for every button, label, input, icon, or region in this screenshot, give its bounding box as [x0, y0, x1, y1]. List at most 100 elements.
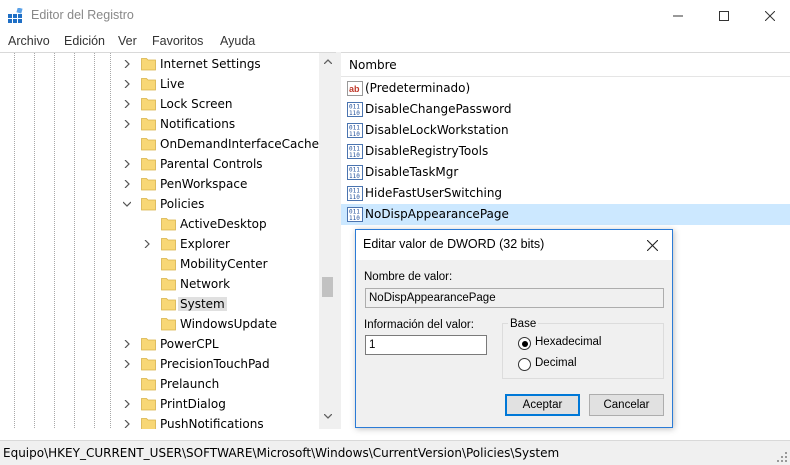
dialog-close-button[interactable] — [640, 234, 664, 256]
radio-label-decimal: Decimal — [535, 357, 577, 369]
value-name: DisableLockWorkstation — [365, 123, 509, 137]
value-name: DisableChangePassword — [365, 102, 512, 116]
radio-button-hexadecimal[interactable] — [518, 337, 531, 350]
chevron-right-icon — [124, 100, 130, 108]
tree-item-label: ActiveDesktop — [180, 217, 267, 231]
menu-ver[interactable]: Ver — [118, 34, 137, 48]
tree-item-label: Prelaunch — [160, 377, 220, 391]
menu-favoritos[interactable]: Favoritos — [152, 34, 203, 48]
folder-icon — [141, 198, 156, 211]
tree-item[interactable]: Notifications — [0, 114, 320, 134]
folder-icon — [141, 338, 156, 351]
tree-expand-toggle[interactable] — [121, 118, 133, 130]
tree-item[interactable]: Internet Settings — [0, 54, 320, 74]
chevron-right-icon — [124, 400, 130, 408]
value-name-field: NoDispAppearancePage — [365, 288, 664, 308]
menu-archivo[interactable]: Archivo — [8, 34, 50, 48]
tree-item-label: System — [178, 297, 227, 311]
tree-item[interactable]: OnDemandInterfaceCache — [0, 134, 320, 154]
key-tree[interactable]: Internet Settings Live Lock Screen Notifica… — [0, 52, 336, 429]
folder-icon — [141, 58, 156, 71]
chevron-down-icon — [323, 414, 332, 419]
tree-vertical-scrollbar[interactable] — [319, 53, 336, 429]
tree-item-label: Parental Controls — [160, 157, 263, 171]
tree-expand-toggle[interactable] — [121, 178, 133, 190]
tree-item[interactable]: PenWorkspace — [0, 174, 320, 194]
tree-expand-toggle[interactable] — [141, 238, 153, 250]
tree-item-label: MobilityCenter — [180, 257, 268, 271]
tree-item-label: Lock Screen — [160, 97, 233, 111]
tree-item[interactable]: Policies — [0, 194, 320, 214]
tree-item[interactable]: PrintDialog — [0, 394, 320, 414]
tree-item[interactable]: PushNotifications — [0, 414, 320, 429]
tree-item[interactable]: Prelaunch — [0, 374, 320, 394]
folder-icon — [141, 158, 156, 171]
value-data-input[interactable]: 1 — [365, 335, 487, 355]
close-button[interactable] — [747, 0, 790, 32]
tree-item[interactable]: Explorer — [0, 234, 320, 254]
dword-value-icon: 011110 — [347, 165, 363, 180]
tree-expand-toggle[interactable] — [121, 418, 133, 429]
value-row[interactable]: 011 110 HideFastUserSwitching — [341, 183, 790, 204]
radio-label-hexadecimal: Hexadecimal — [535, 336, 602, 348]
tree-expand-toggle[interactable] — [121, 98, 133, 110]
tree-item-label: Notifications — [160, 117, 236, 131]
tree-item[interactable]: Lock Screen — [0, 94, 320, 114]
menu-edicion[interactable]: Edición — [64, 34, 105, 48]
column-header-name[interactable]: Nombre — [341, 53, 790, 77]
list-horizontal-scrollbar[interactable] — [341, 429, 790, 437]
value-row[interactable]: 011 110 DisableTaskMgr — [341, 162, 790, 183]
menu-bar: Archivo Edición Ver Favoritos Ayuda — [0, 32, 790, 52]
tree-scroll-thumb[interactable] — [322, 277, 333, 297]
tree-item[interactable]: System — [0, 294, 320, 314]
value-name: NoDispAppearancePage — [365, 207, 509, 221]
value-row[interactable]: 011 110 DisableRegistryTools — [341, 141, 790, 162]
tree-expand-toggle[interactable] — [121, 338, 133, 350]
value-name: DisableTaskMgr — [365, 165, 459, 179]
tree-item-label: PushNotifications — [160, 417, 264, 429]
value-data-label: Información del valor: — [364, 319, 474, 331]
tree-expand-toggle[interactable] — [121, 78, 133, 90]
value-row[interactable]: 011 110 DisableChangePassword — [341, 99, 790, 120]
tree-item[interactable]: PowerCPL — [0, 334, 320, 354]
value-name-label: Nombre de valor: — [364, 271, 453, 283]
tree-item[interactable]: Parental Controls — [0, 154, 320, 174]
tree-expand-toggle[interactable] — [121, 358, 133, 370]
tree-item-label: PenWorkspace — [160, 177, 248, 191]
minimize-button[interactable] — [655, 0, 701, 32]
tree-item-label: Internet Settings — [160, 57, 261, 71]
value-name: HideFastUserSwitching — [365, 186, 503, 200]
cancel-button[interactable]: Cancelar — [589, 394, 664, 416]
scroll-down-arrow[interactable] — [319, 408, 336, 425]
tree-expand-toggle[interactable] — [121, 398, 133, 410]
svg-text:ab: ab — [349, 84, 360, 94]
svg-text:110: 110 — [349, 131, 360, 138]
tree-expand-toggle[interactable] — [121, 58, 133, 70]
value-name: (Predeterminado) — [365, 81, 471, 95]
string-value-icon: ab — [347, 81, 363, 96]
value-row[interactable]: 011 110 DisableLockWorkstation — [341, 120, 790, 141]
tree-item-label: Policies — [160, 197, 205, 211]
tree-expand-toggle[interactable] — [121, 158, 133, 170]
ok-button[interactable]: Aceptar — [505, 394, 580, 416]
tree-item[interactable]: ActiveDesktop — [0, 214, 320, 234]
dialog-title: Editar valor de DWORD (32 bits) — [363, 237, 545, 251]
status-bar: Equipo\HKEY_CURRENT_USER\SOFTWARE\Micros… — [0, 440, 790, 465]
tree-item[interactable]: MobilityCenter — [0, 254, 320, 274]
maximize-button[interactable] — [701, 0, 747, 32]
chevron-right-icon — [124, 160, 130, 168]
tree-item[interactable]: PrecisionTouchPad — [0, 354, 320, 374]
tree-item[interactable]: Live — [0, 74, 320, 94]
value-row[interactable]: 011 110 NoDispAppearancePage — [341, 204, 790, 225]
resize-grip-icon[interactable] — [776, 451, 788, 463]
tree-item[interactable]: Network — [0, 274, 320, 294]
close-icon — [765, 11, 775, 21]
radio-button-decimal[interactable] — [518, 358, 531, 371]
scroll-up-arrow[interactable] — [319, 53, 336, 70]
menu-ayuda[interactable]: Ayuda — [220, 34, 255, 48]
tree-item[interactable]: WindowsUpdate — [0, 314, 320, 334]
folder-icon — [161, 298, 176, 311]
dialog-title-bar: Editar valor de DWORD (32 bits) — [356, 230, 672, 260]
tree-collapse-toggle[interactable] — [121, 198, 133, 210]
value-row[interactable]: ab (Predeterminado) — [341, 78, 790, 99]
